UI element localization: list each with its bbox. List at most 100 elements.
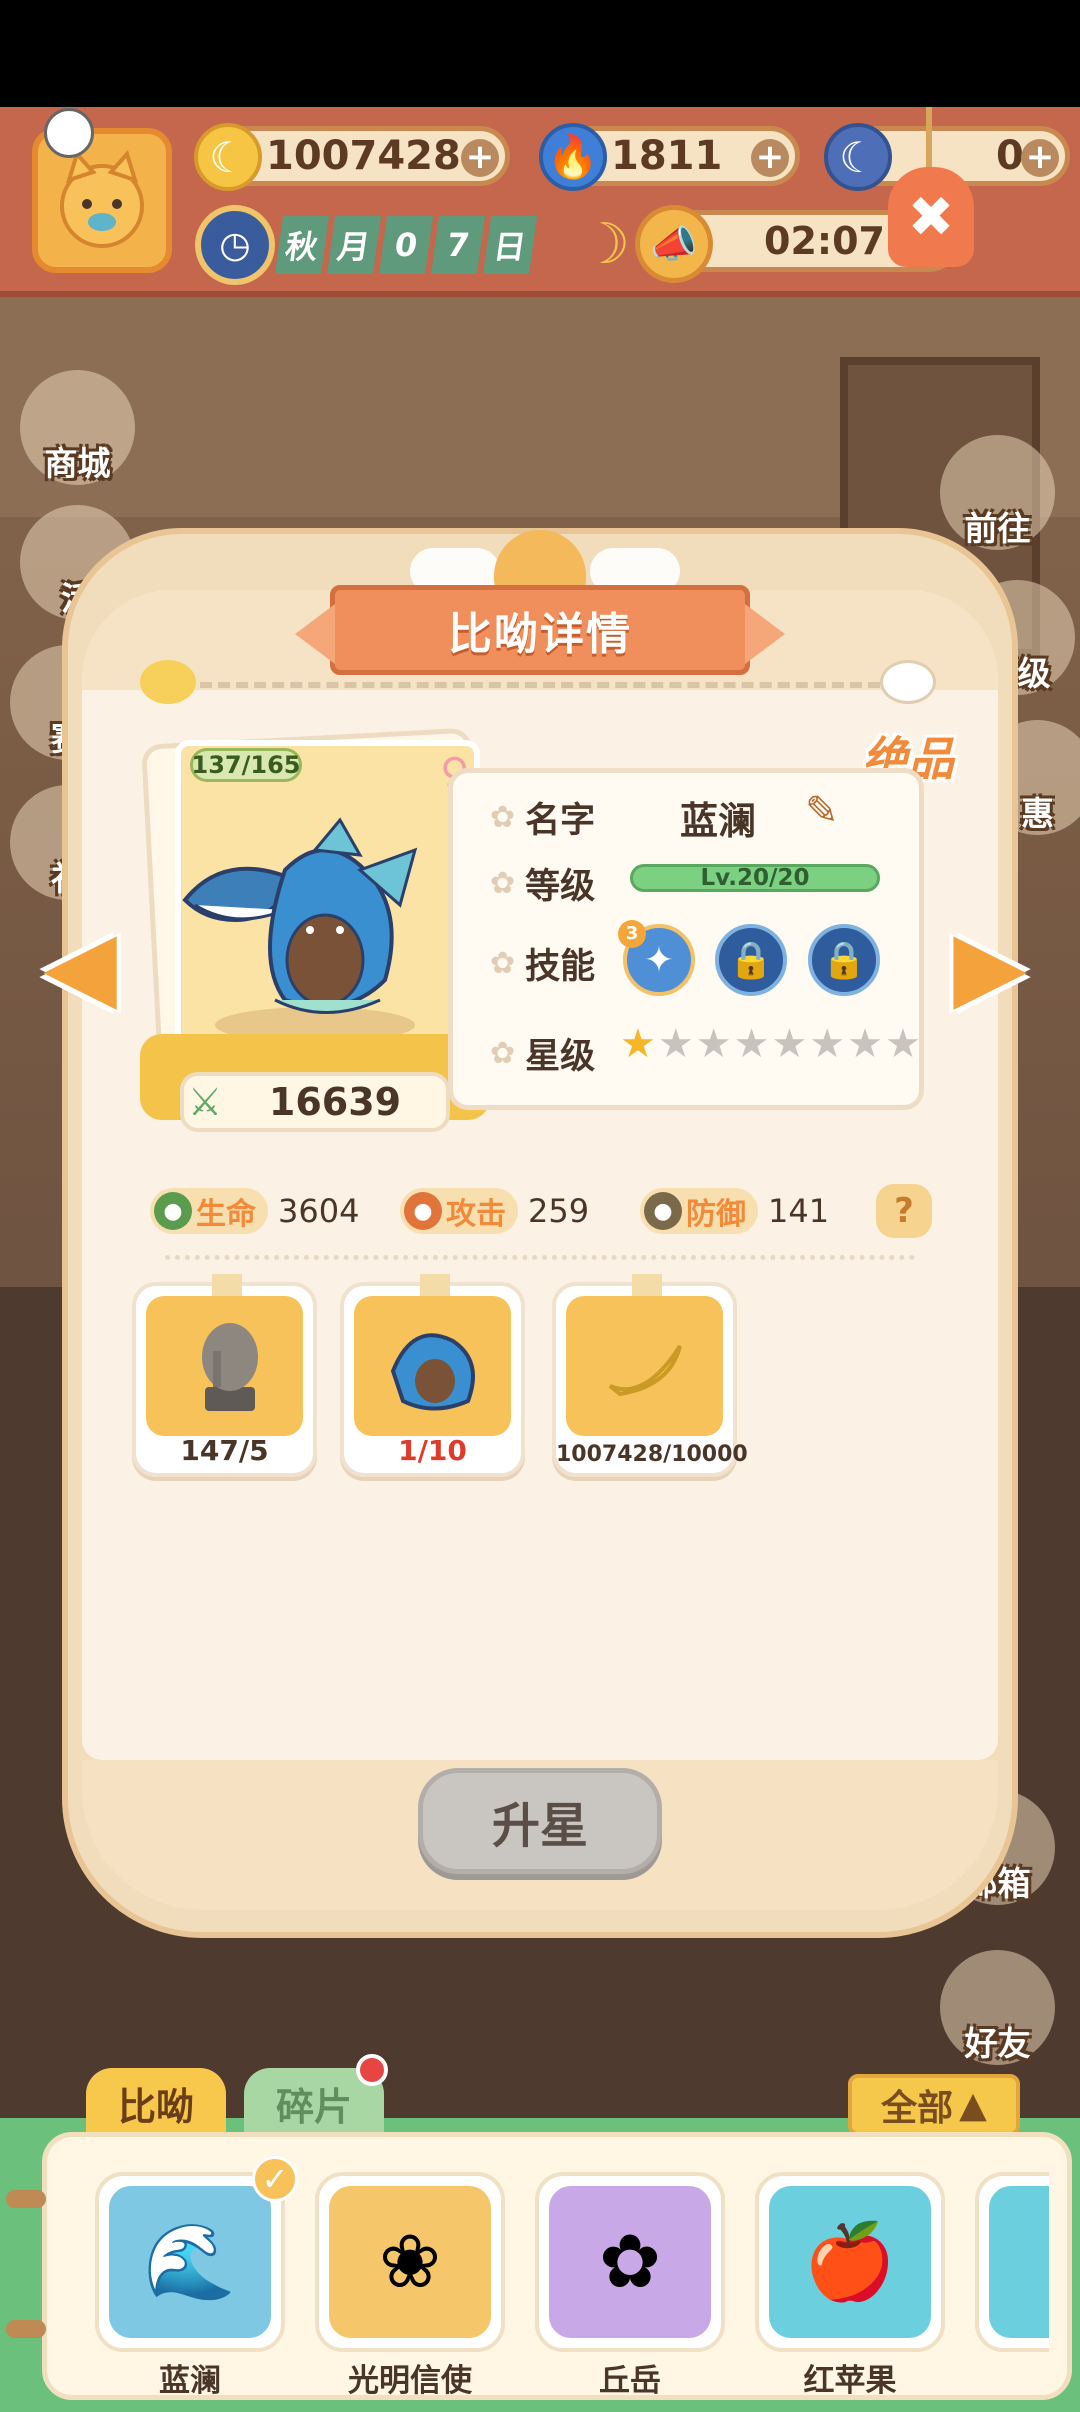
roster-card-partial[interactable]	[975, 2172, 1049, 2352]
help-button[interactable]: ?	[876, 1184, 932, 1238]
turtle-icon: ●	[154, 1192, 192, 1230]
blue-flame-icon: 🔥	[539, 123, 607, 191]
roster-name: 丘岳	[599, 2363, 661, 2399]
date-char: 秋	[274, 216, 330, 274]
upgrade-star-button[interactable]: 升星	[418, 1768, 662, 1874]
date-char: 月	[326, 216, 382, 274]
skill-row: ✿ 技能	[490, 946, 596, 987]
paw-icon: ✿	[490, 866, 516, 901]
bull-icon: ●	[644, 1192, 682, 1230]
stat-hp: ● 生命 3604	[150, 1187, 359, 1235]
side-button-goto[interactable]: 前往	[940, 435, 1055, 550]
attack-value: 259	[528, 1192, 590, 1230]
card-hp: 137/165	[190, 748, 302, 782]
calendar-date: ◷ 秋 月 0 7 日	[195, 205, 615, 285]
caret-up-icon: ▲	[959, 2084, 987, 2126]
tab-characters[interactable]: 比呦	[86, 2068, 226, 2138]
crossed-swords-icon: ⚔	[188, 1080, 223, 1124]
material-count: 1007428/10000	[556, 1442, 748, 1467]
dialog-title: 比呦详情	[295, 585, 785, 675]
tiger-icon: ●	[404, 1192, 442, 1230]
character-icon	[989, 2186, 1049, 2338]
flower-character-icon: ✿	[549, 2186, 711, 2338]
yellow-bird-icon	[140, 660, 196, 704]
defense-value: 141	[768, 1192, 830, 1230]
apple-character-icon: 🍎	[769, 2186, 931, 2338]
clock-icon: ◷	[195, 205, 275, 285]
gem-count: 0	[996, 133, 1024, 179]
paw-icon: ✿	[490, 1036, 516, 1071]
hp-value: 3604	[278, 1192, 360, 1230]
stat-attack: ● 攻击 259	[400, 1187, 589, 1235]
side-button-shop[interactable]: 商城	[20, 370, 135, 485]
notification-badge	[356, 2054, 388, 2086]
filter-dropdown[interactable]: 全部 ▲	[848, 2074, 1020, 2136]
character-name: 蓝澜	[680, 799, 757, 843]
banana-counter: ☾ 1007428 +	[194, 123, 510, 191]
flame-counter: 🔥 1811 +	[539, 123, 800, 191]
previous-character-arrow-icon[interactable]: ◀	[30, 917, 130, 1013]
material-count: 1/10	[398, 1434, 467, 1467]
edit-name-button[interactable]: ✎	[805, 788, 855, 838]
star-empty-icon: ★	[885, 1021, 921, 1067]
material-count: 147/5	[180, 1434, 269, 1467]
name-row: ✿ 名字	[490, 800, 596, 841]
divider	[200, 682, 880, 688]
paw-icon: ✿	[490, 800, 516, 835]
star-filled-icon: ★	[620, 1021, 656, 1067]
timer-text: 02:07	[764, 219, 885, 263]
close-icon: ✖	[888, 167, 974, 267]
power-value: 16639	[268, 1080, 402, 1124]
star-empty-icon: ★	[809, 1021, 846, 1067]
add-banana-button[interactable]: +	[461, 139, 499, 177]
level-progress-bar: Lv.20/20	[630, 864, 880, 892]
statue-icon	[146, 1296, 303, 1436]
angel-character-icon: ❀	[329, 2186, 491, 2338]
paw-icon: ✿	[490, 946, 516, 981]
close-tag-button[interactable]: ✖	[880, 107, 980, 277]
star-empty-icon: ★	[695, 1021, 732, 1067]
banana-count: 1007428	[266, 133, 461, 179]
divider	[165, 1255, 915, 1260]
notification-dot[interactable]	[44, 108, 94, 158]
material-shard[interactable]: 1/10	[340, 1274, 525, 1477]
locked-skill-icon[interactable]: 🔒	[808, 924, 880, 996]
star-empty-icon: ★	[847, 1021, 884, 1067]
level-row: ✿ 等级	[490, 866, 596, 907]
date-char: 0	[378, 216, 434, 274]
star-rating: ★ ★ ★ ★ ★ ★ ★ ★	[620, 1022, 921, 1066]
status-bar	[0, 0, 1080, 107]
star-row: ✿ 星级	[490, 1036, 596, 1077]
date-char: 日	[482, 216, 538, 274]
character-portrait	[182, 817, 418, 1043]
material-banana[interactable]: 1007428/10000	[552, 1274, 748, 1477]
white-bird-icon	[880, 660, 936, 704]
material-statue[interactable]: 147/5	[132, 1274, 317, 1477]
roster-card-messenger[interactable]: ❀	[315, 2172, 505, 2352]
side-button-friends[interactable]: 好友	[940, 1950, 1055, 2065]
locked-skill-icon[interactable]: 🔒	[715, 924, 787, 996]
stat-defense: ● 防御 141	[640, 1187, 829, 1235]
roster-name: 蓝澜	[159, 2363, 221, 2399]
add-flame-button[interactable]: +	[751, 139, 789, 177]
banana-icon	[566, 1296, 723, 1436]
flame-count: 1811	[611, 133, 723, 179]
date-char: 7	[430, 216, 486, 274]
next-character-arrow-icon[interactable]: ▶	[940, 917, 1040, 1013]
star-empty-icon: ★	[657, 1021, 694, 1067]
shark-plush-icon	[354, 1296, 511, 1436]
skill-level-badge: 3	[618, 920, 646, 948]
cat-avatar-icon	[60, 149, 144, 248]
roster-card-red-apple[interactable]: 🍎	[755, 2172, 945, 2352]
star-empty-icon: ★	[733, 1021, 770, 1067]
roster-name: 红苹果	[803, 2363, 897, 2399]
selected-check-icon: ✓	[252, 2156, 298, 2202]
roster-card-qiuyue[interactable]: ✿	[535, 2172, 725, 2352]
star-empty-icon: ★	[771, 1021, 808, 1067]
speaker-cat-icon: 📣	[635, 205, 713, 283]
add-gem-button[interactable]: +	[1021, 139, 1059, 177]
roster-name: 光明信使	[348, 2363, 472, 2399]
roster-card-lanlan[interactable]: 🌊	[95, 2172, 285, 2352]
shark-character-icon: 🌊	[109, 2186, 271, 2338]
banana-icon: ☾	[194, 123, 262, 191]
